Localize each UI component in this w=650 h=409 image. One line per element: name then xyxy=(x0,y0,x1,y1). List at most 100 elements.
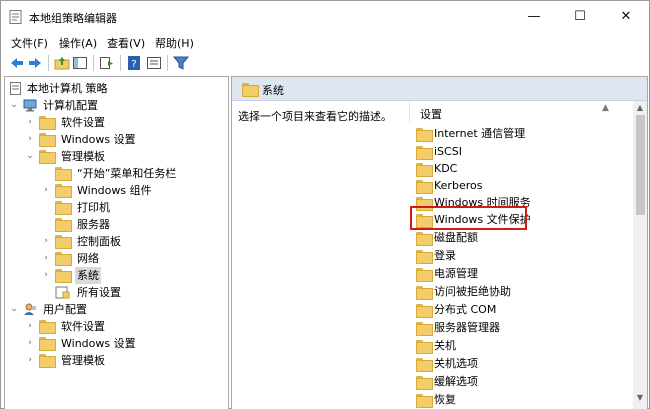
toolbar-separator xyxy=(167,55,168,71)
vertical-scrollbar[interactable]: ▲ ▼ xyxy=(633,101,647,409)
folder-icon xyxy=(416,250,433,264)
tree-label: 管理模板 xyxy=(61,150,105,163)
tree-label: 本地计算机 策略 xyxy=(27,82,108,95)
list-item-label: 关机 xyxy=(434,339,456,352)
chevron-down-icon[interactable]: ⌄ xyxy=(9,301,19,318)
list-item-label: Internet 通信管理 xyxy=(434,127,526,140)
tree-label: 软件设置 xyxy=(61,116,105,129)
list-item-label: Kerberos xyxy=(434,179,483,192)
folder-icon xyxy=(416,128,433,142)
list-item-label: iSCSI xyxy=(434,145,462,158)
list-item-label: 登录 xyxy=(434,249,456,262)
scroll-thumb[interactable] xyxy=(636,115,645,215)
toolbar: ? xyxy=(1,52,649,74)
tree-label: 管理模板 xyxy=(61,354,105,367)
folder-icon xyxy=(55,269,72,283)
menu-help[interactable]: 帮助(H) xyxy=(155,35,194,51)
folder-icon xyxy=(416,376,433,390)
scroll-up-icon[interactable]: ▲ xyxy=(633,101,647,115)
tree-label: 网络 xyxy=(77,252,99,265)
chevron-right-icon[interactable]: › xyxy=(25,114,35,131)
show-hide-tree-icon[interactable] xyxy=(72,55,88,71)
chevron-down-icon[interactable]: ⌄ xyxy=(25,148,35,165)
toolbar-separator xyxy=(120,55,121,71)
list-item-label: 磁盘配额 xyxy=(434,231,478,244)
tree-label: 软件设置 xyxy=(61,320,105,333)
list-item-label: 缓解选项 xyxy=(434,375,478,388)
column-header-settings[interactable]: 设置 ▲ xyxy=(409,101,629,123)
user-icon xyxy=(24,303,37,315)
folder-icon xyxy=(39,320,56,334)
menu-bar: 文件(F) 操作(A) 查看(V) 帮助(H) xyxy=(1,33,649,52)
chevron-right-icon[interactable]: › xyxy=(25,335,35,352)
folder-icon xyxy=(55,201,72,215)
highlight-annotation xyxy=(410,206,527,230)
folder-icon xyxy=(39,337,56,351)
tree-label: 计算机配置 xyxy=(43,99,98,112)
folder-icon xyxy=(55,218,72,232)
tree-pane: 本地计算机 策略 ⌄ 计算机配置 › 软件设置 › Windows 设置 ⌄ 管… xyxy=(4,76,229,409)
back-arrow-icon[interactable] xyxy=(9,55,25,71)
folder-icon xyxy=(242,83,259,97)
folder-icon xyxy=(416,340,433,354)
toolbar-separator xyxy=(93,55,94,71)
chevron-right-icon[interactable]: › xyxy=(25,352,35,369)
description-text: 选择一个项目来查看它的描述。 xyxy=(238,110,392,123)
list-item-label: 服务器管理器 xyxy=(434,321,500,334)
folder-icon xyxy=(416,304,433,318)
title-bar: 本地组策略编辑器 — ☐ ✕ xyxy=(1,1,649,33)
tree-label: 用户配置 xyxy=(43,303,87,316)
chevron-right-icon[interactable]: › xyxy=(41,182,51,199)
scroll-down-icon[interactable]: ▼ xyxy=(633,391,647,405)
tree-label: Windows 设置 xyxy=(61,337,136,350)
chevron-right-icon[interactable]: › xyxy=(41,267,51,284)
chevron-down-icon[interactable]: ⌄ xyxy=(9,97,19,114)
list-item-label: KDC xyxy=(434,162,458,175)
chevron-right-icon[interactable]: › xyxy=(41,233,51,250)
menu-view[interactable]: 查看(V) xyxy=(107,35,145,51)
up-folder-icon[interactable] xyxy=(54,55,70,71)
properties-icon[interactable] xyxy=(146,55,162,71)
tree-label: Windows 组件 xyxy=(77,184,152,197)
chevron-right-icon[interactable]: › xyxy=(25,131,35,148)
menu-action[interactable]: 操作(A) xyxy=(59,35,97,51)
folder-icon xyxy=(416,180,433,194)
chevron-right-icon[interactable]: › xyxy=(41,250,51,267)
folder-icon xyxy=(416,163,433,177)
policy-editor-icon xyxy=(9,10,22,24)
export-list-icon[interactable] xyxy=(99,55,115,71)
tree-label: 打印机 xyxy=(77,201,110,214)
forward-arrow-icon[interactable] xyxy=(27,55,43,71)
computer-icon xyxy=(23,99,37,112)
toolbar-separator xyxy=(48,55,49,71)
policy-document-icon xyxy=(10,82,21,95)
svg-text:?: ? xyxy=(131,59,136,70)
chevron-right-icon[interactable]: › xyxy=(25,318,35,335)
list-item-label: 分布式 COM xyxy=(434,303,497,316)
folder-icon xyxy=(55,252,72,266)
folder-icon xyxy=(39,354,56,368)
tree-label: 所有设置 xyxy=(77,286,121,299)
folder-icon xyxy=(416,286,433,300)
filter-icon[interactable] xyxy=(173,55,189,71)
menu-file[interactable]: 文件(F) xyxy=(11,35,48,51)
help-icon[interactable]: ? xyxy=(126,55,142,71)
list-item-label: 电源管理 xyxy=(434,267,478,280)
all-settings-icon xyxy=(55,286,70,299)
folder-icon xyxy=(39,133,56,147)
tree-label: 服务器 xyxy=(77,218,110,231)
window-title: 本地组策略编辑器 xyxy=(29,12,117,25)
folder-icon xyxy=(416,232,433,246)
list-item-label: 关机选项 xyxy=(434,357,478,370)
folder-icon xyxy=(416,394,433,408)
tree-label: 系统 xyxy=(75,267,101,284)
folder-icon xyxy=(55,235,72,249)
tree-label: Windows 设置 xyxy=(61,133,136,146)
folder-icon xyxy=(416,146,433,160)
window: 本地组策略编辑器 — ☐ ✕ 文件(F) 操作(A) 查看(V) 帮助(H) ?… xyxy=(0,0,650,409)
minimize-button[interactable]: — xyxy=(511,1,557,33)
details-title: 系统 xyxy=(262,84,284,97)
close-button[interactable]: ✕ xyxy=(603,1,649,33)
folder-icon xyxy=(55,167,72,181)
maximize-button[interactable]: ☐ xyxy=(557,1,603,33)
